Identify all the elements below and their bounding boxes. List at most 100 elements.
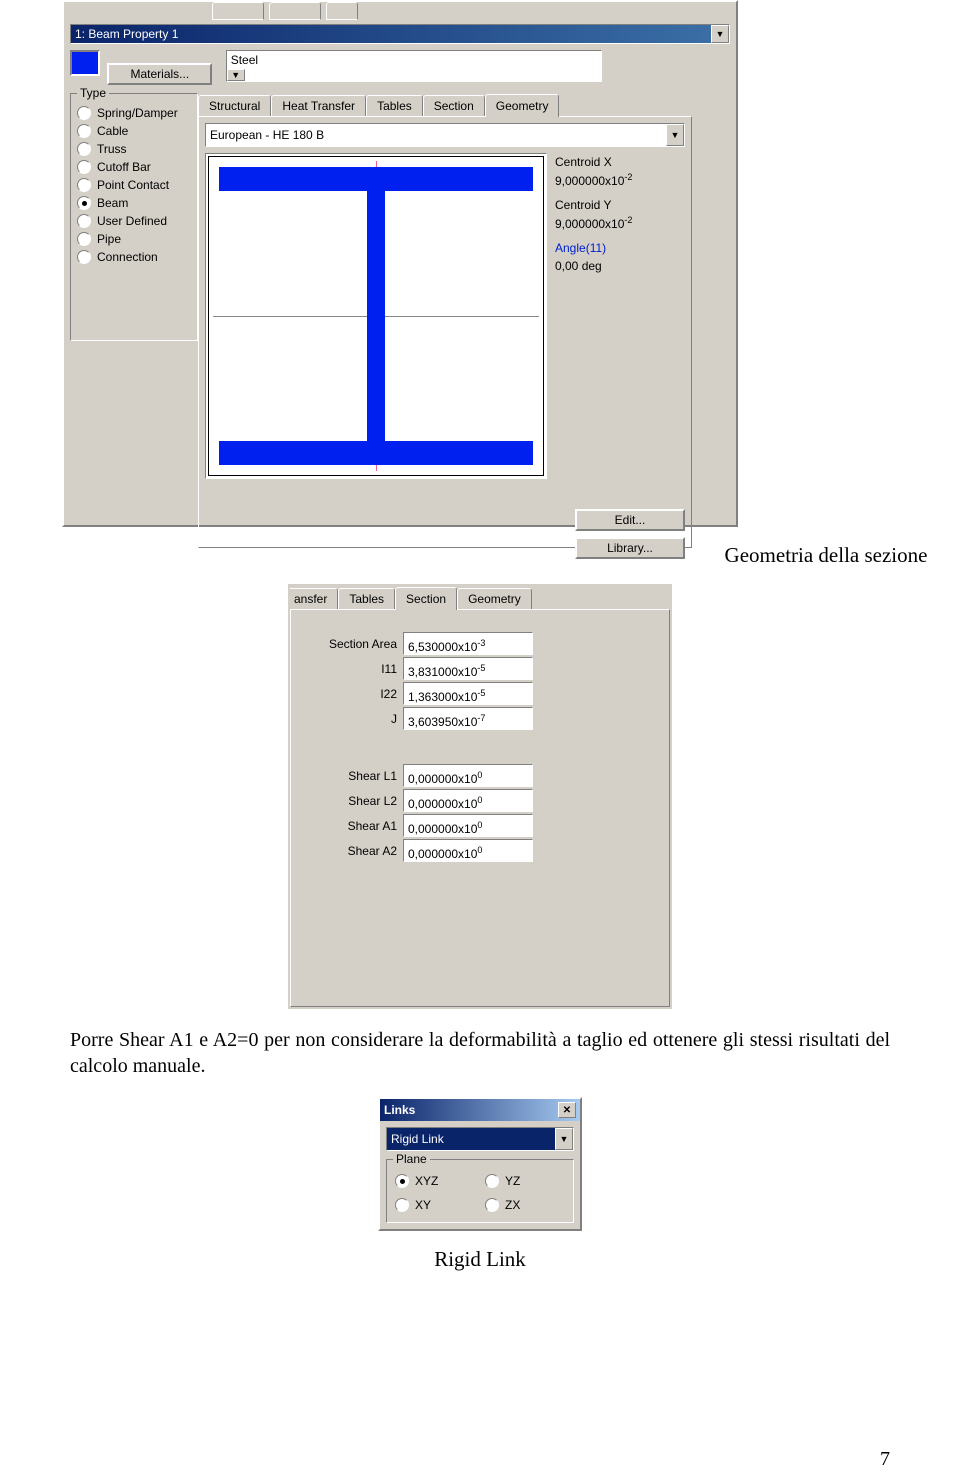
section-properties-dialog: ansfer Tables Section Geometry Section A… (288, 584, 672, 1009)
tab-heat-transfer[interactable]: Heat Transfer (271, 95, 366, 116)
tab-geometry[interactable]: Geometry (457, 588, 532, 609)
field-value[interactable]: 0,000000x100 (403, 839, 533, 862)
faux-tab (269, 2, 321, 20)
field-value[interactable]: 0,000000x100 (403, 789, 533, 812)
tab-row: Structural Heat Transfer Tables Section … (198, 93, 692, 116)
library-button[interactable]: Library... (575, 537, 685, 559)
tab-structural[interactable]: Structural (198, 95, 271, 116)
field-row: I221,363000x10-5 (297, 682, 533, 705)
type-radio-cable[interactable]: Cable (77, 122, 191, 140)
link-type-dropdown[interactable]: Rigid Link ▼ (386, 1127, 574, 1151)
radio-dot (77, 214, 91, 228)
radio-label: Pipe (97, 232, 121, 246)
angle-label[interactable]: Angle(11) (555, 239, 685, 257)
paragraph-shear: Porre Shear A1 e A2=0 per non considerar… (70, 1027, 890, 1079)
chevron-down-icon[interactable]: ▼ (666, 124, 684, 146)
plane-group-title: Plane (393, 1152, 430, 1166)
plane-radio-xyz[interactable]: XYZ (395, 1172, 475, 1190)
radio-dot (77, 196, 91, 210)
field-row: Section Area6,530000x10-3 (297, 632, 533, 655)
plane-radio-xy[interactable]: XY (395, 1196, 475, 1214)
type-radio-point-contact[interactable]: Point Contact (77, 176, 191, 194)
radio-dot (77, 160, 91, 174)
geometry-panel: European - HE 180 B ▼ Centroid X (198, 116, 692, 548)
field-row: Shear L1 0,000000x100 (297, 764, 533, 787)
radio-label: Beam (97, 196, 128, 210)
faux-tab (326, 2, 358, 20)
material-value: Steel (227, 51, 262, 69)
section-properties: Centroid X 9,000000x10-2 Centroid Y 9,00… (555, 153, 685, 479)
centroid-x-label: Centroid X (555, 153, 685, 171)
type-radio-pipe[interactable]: Pipe (77, 230, 191, 248)
chevron-down-icon[interactable]: ▼ (227, 69, 245, 81)
tab-section[interactable]: Section (423, 95, 485, 116)
centroid-y-value: 9,000000x10-2 (555, 214, 685, 233)
radio-label: User Defined (97, 214, 167, 228)
radio-dot (395, 1198, 409, 1212)
type-radio-truss[interactable]: Truss (77, 140, 191, 158)
radio-dot (485, 1198, 499, 1212)
tab-section[interactable]: Section (395, 587, 457, 610)
radio-dot (77, 178, 91, 192)
chevron-down-icon[interactable]: ▼ (555, 1128, 573, 1150)
property-dropdown-value: 1: Beam Property 1 (75, 27, 178, 41)
field-value[interactable]: 0,000000x100 (403, 764, 533, 787)
edit-button[interactable]: Edit... (575, 509, 685, 531)
angle-value: 0,00 deg (555, 257, 685, 275)
type-radio-user-defined[interactable]: User Defined (77, 212, 191, 230)
radio-dot (395, 1174, 409, 1188)
top-faux-tabs (64, 2, 736, 18)
radio-dot (77, 142, 91, 156)
field-value[interactable]: 3,831000x10-5 (403, 657, 533, 680)
centroid-x-value: 9,000000x10-2 (555, 171, 685, 190)
radio-label: Connection (97, 250, 158, 264)
field-value[interactable]: 6,530000x10-3 (403, 632, 533, 655)
type-radio-connection[interactable]: Connection (77, 248, 191, 266)
materials-button[interactable]: Materials... (107, 63, 212, 85)
tab-tables[interactable]: Tables (338, 588, 395, 609)
radio-dot (77, 250, 91, 264)
type-group-title: Type (77, 86, 109, 100)
material-dropdown[interactable]: Steel ▼ (226, 50, 602, 82)
type-radio-beam[interactable]: Beam (77, 194, 191, 212)
radio-dot (77, 124, 91, 138)
radio-label: Truss (97, 142, 127, 156)
faux-tab (212, 2, 264, 20)
tab-transfer-partial[interactable]: ansfer (290, 588, 338, 609)
beam-property-dialog: 1: Beam Property 1 ▼ Materials... Steel … (62, 0, 738, 527)
field-value[interactable]: 0,000000x100 (403, 814, 533, 837)
field-row: Shear L2 0,000000x100 (297, 789, 533, 812)
property-dropdown[interactable]: 1: Beam Property 1 ▼ (70, 24, 730, 44)
section-dropdown[interactable]: European - HE 180 B ▼ (205, 123, 685, 147)
close-icon[interactable]: ✕ (558, 1102, 576, 1118)
plane-group: Plane XYZYZXYZX (386, 1159, 574, 1223)
chevron-down-icon[interactable]: ▼ (711, 25, 729, 43)
type-group: Type Spring/DamperCableTrussCutoff BarPo… (70, 93, 198, 341)
links-title: Links (384, 1103, 415, 1117)
field-row: J 3,603950x10-7 (297, 707, 533, 730)
field-label: I11 (381, 662, 397, 676)
page-number: 7 (880, 1448, 890, 1471)
section-panel: Section Area6,530000x10-3 I11 3,831000x10-… (290, 609, 670, 1007)
links-palette: Links ✕ Rigid Link ▼ Plane XYZ YZ XY ZX (378, 1097, 582, 1231)
field-label: Shear L1 (348, 769, 397, 783)
radio-label: YZ (505, 1174, 520, 1188)
radio-label: Cutoff Bar (97, 160, 151, 174)
tab-geometry[interactable]: Geometry (485, 94, 560, 117)
plane-radio-zx[interactable]: ZX (485, 1196, 565, 1214)
links-titlebar: Links ✕ (380, 1099, 580, 1121)
type-radio-spring-damper[interactable]: Spring/Damper (77, 104, 191, 122)
radio-label: ZX (505, 1198, 520, 1212)
field-value[interactable]: 1,363000x10-5 (403, 682, 533, 705)
type-radio-cutoff-bar[interactable]: Cutoff Bar (77, 158, 191, 176)
field-value[interactable]: 3,603950x10-7 (403, 707, 533, 730)
color-swatch[interactable] (70, 50, 100, 76)
plane-radio-yz[interactable]: YZ (485, 1172, 565, 1190)
field-row: Shear A20,000000x100 (297, 839, 533, 862)
field-label: J (391, 712, 397, 726)
field-row: Shear A1 0,000000x100 (297, 814, 533, 837)
tab-tables[interactable]: Tables (366, 95, 423, 116)
radio-dot (77, 106, 91, 120)
field-label: Shear L2 (348, 794, 397, 808)
field-label: Shear A1 (348, 819, 397, 833)
